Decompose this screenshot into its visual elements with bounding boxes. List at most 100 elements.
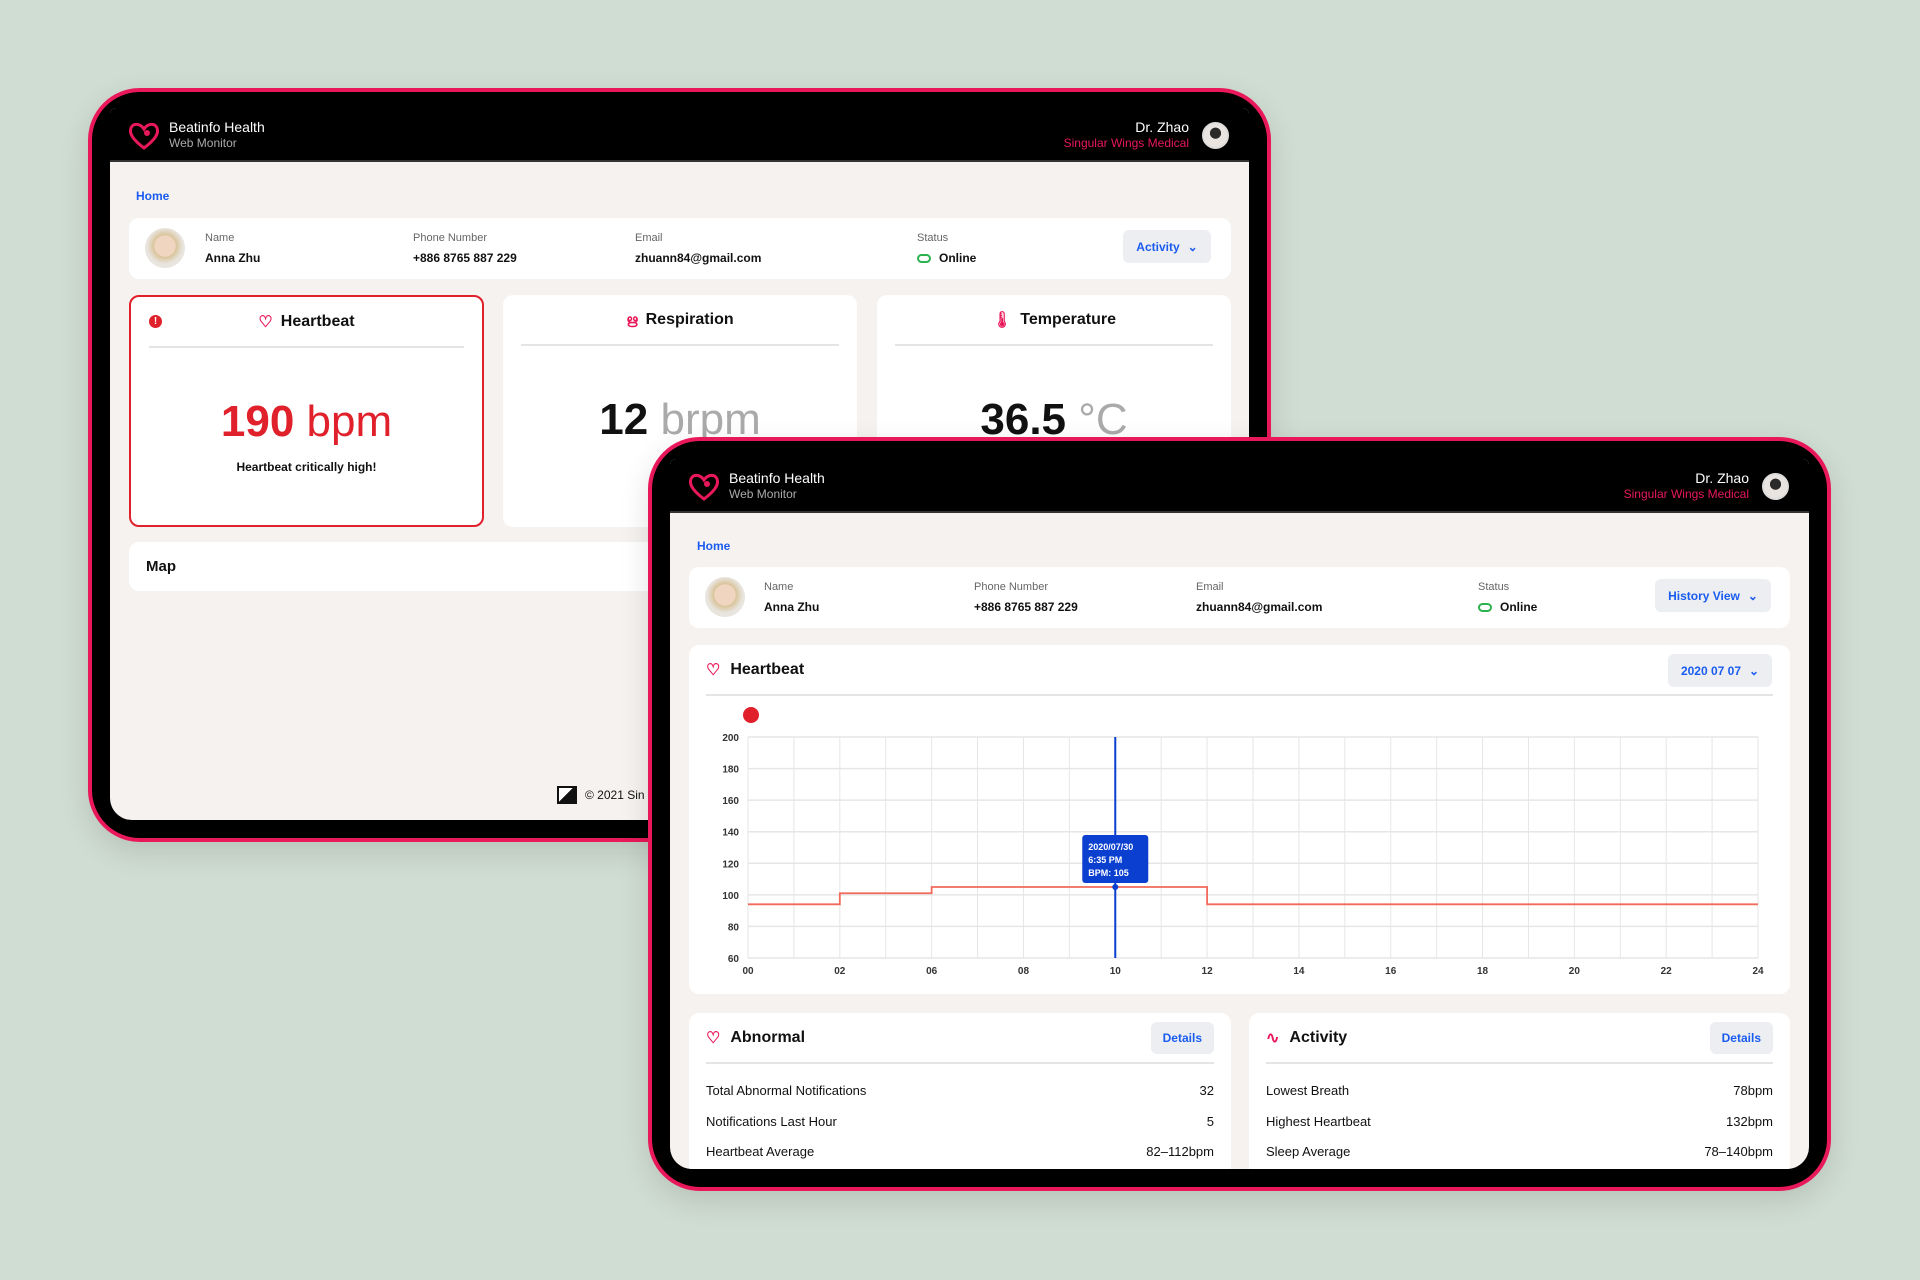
thermometer-icon: 🌡︎ [991, 311, 1013, 329]
x-tick-label: 08 [1018, 966, 1030, 977]
x-tick-label: 10 [1110, 966, 1122, 977]
x-tick-label: 16 [1385, 966, 1397, 977]
stat-label: Highest Heartbeat [1266, 1114, 1371, 1129]
patient-phone: +886 8765 887 229 [974, 600, 1078, 614]
y-tick-label: 180 [722, 765, 739, 776]
value-unit: bpm [306, 397, 393, 446]
heart-icon: ♡ [706, 661, 721, 679]
footer: © 2021 Sin [557, 786, 645, 804]
app-subtitle: Web Monitor [169, 136, 237, 150]
activity-title: Activity [1289, 1028, 1348, 1046]
chevron-down-icon: ⌄ [1749, 663, 1760, 678]
y-tick-label: 80 [728, 922, 740, 933]
metric-note: Heartbeat critically high! [236, 460, 377, 474]
stat-value: 82–112bpm [1146, 1144, 1214, 1159]
x-tick-label: 12 [1202, 966, 1214, 977]
name-label: Name [205, 232, 235, 244]
y-tick-label: 120 [722, 859, 739, 870]
x-tick-label: 14 [1293, 966, 1305, 977]
date-select-value: 2020 07 07 [1680, 663, 1741, 678]
abnormal-title: Abnormal [730, 1028, 806, 1046]
y-tick-label: 100 [722, 891, 739, 902]
view-select-value: Activity [1136, 239, 1180, 254]
app-title: Beatinfo Health [729, 470, 825, 486]
lungs-icon: ഋ [626, 311, 638, 327]
patient-status: Online [1478, 600, 1537, 614]
metric-title-text: Respiration [645, 310, 734, 328]
metric-title: ഋ Respiration [521, 295, 839, 346]
user-org: Singular Wings Medical [1623, 487, 1749, 501]
tooltip-text: BPM: 105 [1088, 868, 1129, 878]
breadcrumb-home[interactable]: Home [136, 189, 169, 203]
email-label: Email [1196, 581, 1224, 593]
stat-value: 132bpm [1726, 1114, 1773, 1129]
x-tick-label: 22 [1661, 966, 1673, 977]
stat-row: Total Abnormal Notifications 32 [706, 1083, 1214, 1098]
user-avatar[interactable] [1202, 122, 1229, 149]
metric-title-text: Temperature [1020, 310, 1117, 328]
x-tick-label: 00 [742, 966, 754, 977]
name-label: Name [764, 581, 794, 593]
activity-details-button[interactable]: Details [1709, 1022, 1773, 1054]
patient-name: Anna Zhu [205, 251, 261, 265]
view-select-value: History View [1668, 588, 1740, 603]
app-subtitle: Web Monitor [729, 487, 797, 501]
phone-label: Phone Number [974, 581, 1048, 593]
y-tick-label: 60 [728, 954, 740, 965]
patient-email: zhuann84@gmail.com [1196, 600, 1323, 614]
chart-title: Heartbeat [730, 660, 805, 678]
logo-heart-icon [688, 473, 720, 501]
x-tick-label: 02 [834, 966, 846, 977]
metric-card-heartbeat[interactable]: ! ♡ Heartbeat 190 bpm Heartbeat criticall… [129, 295, 484, 527]
online-icon [1478, 603, 1492, 613]
chevron-down-icon: ⌄ [1187, 239, 1198, 254]
tooltip-text: 2020/07/30 [1088, 842, 1133, 852]
abnormal-card: ♡ Abnormal Details Total Abnormal Notific… [689, 1013, 1231, 1169]
stat-label: Total Abnormal Notifications [706, 1083, 867, 1098]
patient-status: Online [917, 251, 976, 265]
date-select[interactable]: 2020 07 07 ⌄ [1668, 654, 1772, 687]
patient-card: Name Anna Zhu Phone Number +886 8765 887… [689, 567, 1790, 628]
metric-title-text: Heartbeat [280, 312, 355, 330]
footer-logo-icon [557, 786, 577, 804]
stat-label: Lowest Breath [1266, 1083, 1350, 1098]
user-name[interactable]: Dr. Zhao [1624, 470, 1749, 486]
legend-dot [743, 707, 759, 723]
copyright: © 2021 Sin [585, 788, 645, 802]
app-title: Beatinfo Health [169, 119, 265, 135]
patient-avatar [705, 577, 745, 617]
logo-heart-icon [128, 122, 160, 150]
stat-row: Sleep Average 78–140bpm [1266, 1144, 1773, 1159]
view-select[interactable]: History View ⌄ [1655, 579, 1771, 612]
metric-value: 190 bpm [131, 397, 482, 447]
stat-row: Highest Heartbeat 132bpm [1266, 1114, 1773, 1129]
status-text: Online [1500, 600, 1538, 614]
y-tick-label: 160 [722, 796, 739, 807]
heartbeat-chart[interactable]: 60 80 100 120 140 160 180 200 00 02 06 08 10 12 14 16 18… [689, 697, 1790, 987]
abnormal-header: ♡ Abnormal [706, 1013, 1214, 1064]
cursor-point [1112, 883, 1119, 890]
patient-avatar [145, 228, 185, 268]
stat-value: 78bpm [1733, 1083, 1773, 1098]
patient-phone: +886 8765 887 229 [413, 251, 517, 265]
phone-label: Phone Number [413, 232, 487, 244]
user-name[interactable]: Dr. Zhao [1064, 119, 1189, 135]
status-label: Status [917, 232, 949, 244]
pulse-icon: ∿ [1266, 1029, 1280, 1047]
breadcrumb-home[interactable]: Home [697, 539, 730, 553]
patient-card: Name Anna Zhu Phone Number +886 8765 887… [129, 218, 1231, 279]
abnormal-details-button[interactable]: Details [1150, 1022, 1214, 1054]
stat-row: Notifications Last Hour 5 [706, 1114, 1214, 1129]
patient-email: zhuann84@gmail.com [635, 251, 762, 265]
patient-name: Anna Zhu [764, 600, 820, 614]
value-number: 12 [599, 395, 649, 444]
status-label: Status [1478, 581, 1510, 593]
user-avatar[interactable] [1762, 473, 1789, 500]
stat-label: Heartbeat Average [706, 1144, 815, 1159]
view-select[interactable]: Activity ⌄ [1123, 230, 1211, 263]
email-label: Email [635, 232, 663, 244]
chart-header: ♡ Heartbeat [706, 645, 1773, 696]
y-tick-label: 200 [722, 733, 739, 744]
metric-title: ♡ Heartbeat [149, 297, 464, 348]
x-tick-label: 18 [1477, 966, 1489, 977]
